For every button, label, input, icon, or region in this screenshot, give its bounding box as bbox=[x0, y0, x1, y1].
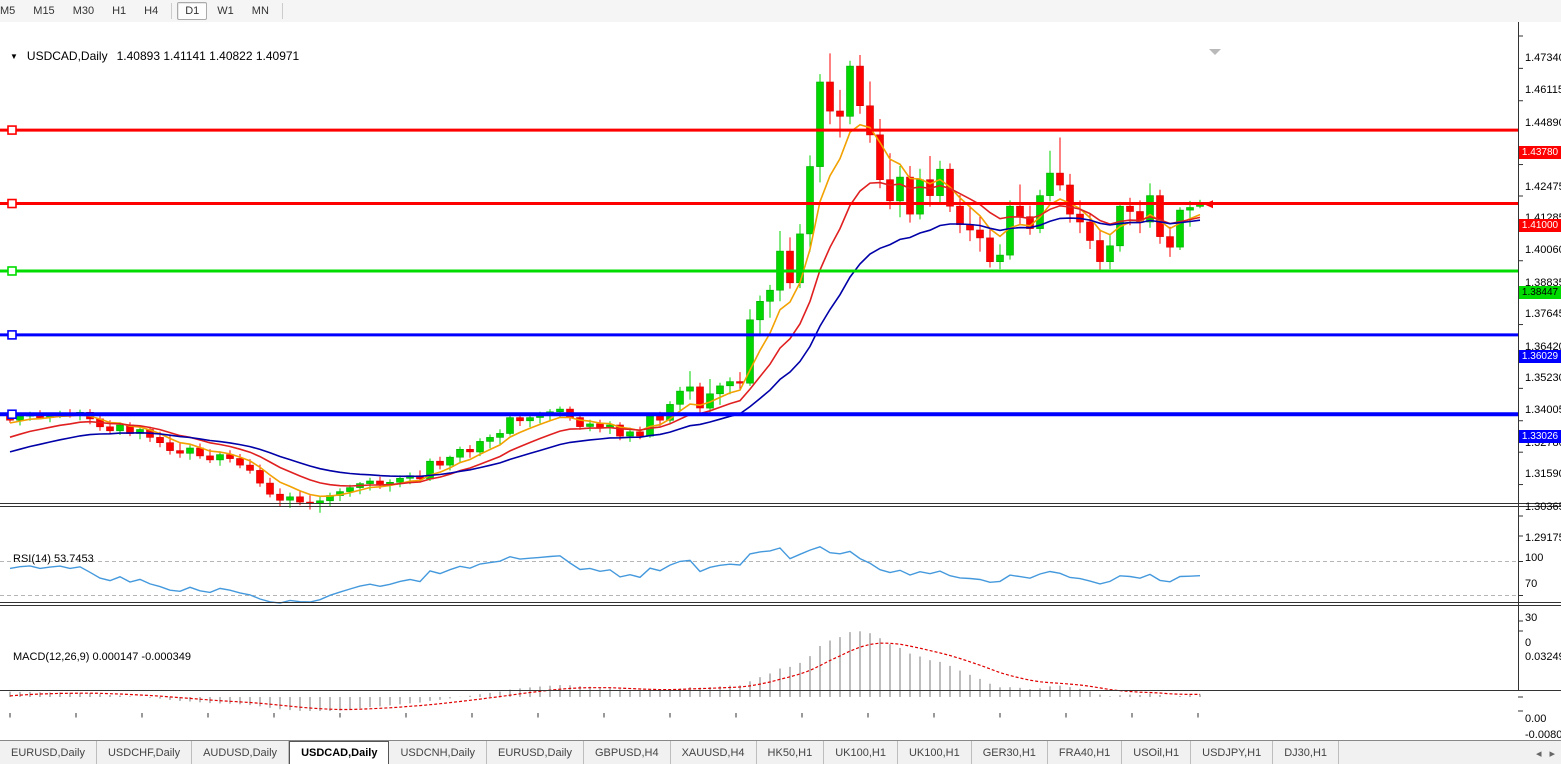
price-level-badge: 1.33026 bbox=[1519, 430, 1561, 443]
chart-tab-usdcnh-daily-4[interactable]: USDCNH,Daily bbox=[389, 741, 487, 764]
timeframe-toolbar: M5M15M30H1H4 D1W1MN bbox=[0, 0, 1561, 23]
chart-tab-fra40-h1-12[interactable]: FRA40,H1 bbox=[1048, 741, 1122, 764]
price-tick-label: 1.31590 bbox=[1525, 468, 1561, 480]
price-level-badge: 1.43780 bbox=[1519, 146, 1561, 159]
rsi-axis-label: 30 bbox=[1525, 612, 1537, 624]
price-tick-label: 1.37645 bbox=[1525, 308, 1561, 320]
chart-tab-usoil-h1-13[interactable]: USOil,H1 bbox=[1122, 741, 1191, 764]
chart-tab-bar: EURUSD,DailyUSDCHF,DailyAUDUSD,DailyUSDC… bbox=[0, 740, 1561, 764]
macd-axis-label: 0.032493 bbox=[1525, 651, 1561, 663]
chart-tab-xauusd-h4-7[interactable]: XAUUSD,H4 bbox=[671, 741, 757, 764]
chart-tab-audusd-daily-2[interactable]: AUDUSD,Daily bbox=[192, 741, 289, 764]
tab-scroll-left-icon[interactable]: ◂ bbox=[1536, 747, 1542, 760]
price-tick-label: 1.42475 bbox=[1525, 181, 1561, 193]
toolbar-separator bbox=[282, 3, 283, 19]
tab-scroll-right-icon[interactable]: ▸ bbox=[1549, 747, 1555, 760]
rsi-axis-label: 70 bbox=[1525, 578, 1537, 590]
macd-label: MACD(12,26,9) 0.000147 -0.000349 bbox=[13, 651, 191, 663]
symbol-label: USDCAD,Daily bbox=[27, 49, 108, 63]
price-tick-label: 1.47340 bbox=[1525, 52, 1561, 64]
rsi-label: RSI(14) 53.7453 bbox=[13, 553, 94, 565]
chart-tab-eurusd-daily-0[interactable]: EURUSD,Daily bbox=[0, 741, 97, 764]
chart-tab-ger30-h1-11[interactable]: GER30,H1 bbox=[972, 741, 1048, 764]
price-level-badge: 1.38447 bbox=[1519, 286, 1561, 299]
timeframe-button-mn[interactable]: MN bbox=[244, 2, 277, 20]
price-level-badge: 1.36029 bbox=[1519, 350, 1561, 363]
timeframe-button-h1[interactable]: H1 bbox=[104, 2, 134, 20]
price-tick-label: 1.44890 bbox=[1525, 117, 1561, 129]
chart-tab-usdchf-daily-1[interactable]: USDCHF,Daily bbox=[97, 741, 192, 764]
chart-shift-marker-icon bbox=[1209, 49, 1221, 55]
chart-tab-usdjpy-h1-14[interactable]: USDJPY,H1 bbox=[1191, 741, 1273, 764]
price-tick-label: 1.46115 bbox=[1525, 84, 1561, 96]
toolbar-separator bbox=[171, 3, 172, 19]
macd-axis-label: 0.00 bbox=[1525, 713, 1546, 725]
chart-tab-eurusd-daily-5[interactable]: EURUSD,Daily bbox=[487, 741, 584, 764]
price-tick-label: 1.40060 bbox=[1525, 244, 1561, 256]
chart-title: ▼ USDCAD,Daily 1.40893 1.41141 1.40822 1… bbox=[10, 49, 299, 63]
chart-tab-usdcad-daily-3[interactable]: USDCAD,Daily bbox=[289, 741, 389, 764]
timeframe-button-m5[interactable]: M5 bbox=[0, 2, 23, 20]
timeframe-button-m30[interactable]: M30 bbox=[65, 2, 102, 20]
timeframe-button-h4[interactable]: H4 bbox=[136, 2, 166, 20]
ohlc-values: 1.40893 1.41141 1.40822 1.40971 bbox=[117, 49, 300, 63]
price-tick-label: 1.34005 bbox=[1525, 404, 1561, 416]
chart-tab-gbpusd-h4-6[interactable]: GBPUSD,H4 bbox=[584, 741, 671, 764]
price-tick-label: 1.35230 bbox=[1525, 372, 1561, 384]
price-tick-label: 1.29175 bbox=[1525, 532, 1561, 544]
chart-tab-uk100-h1-9[interactable]: UK100,H1 bbox=[824, 741, 898, 764]
price-tick-label: 1.30365 bbox=[1525, 501, 1561, 513]
rsi-axis-label: 100 bbox=[1525, 552, 1543, 564]
chart-canvas[interactable] bbox=[0, 22, 1561, 764]
chart-window: ▼ USDCAD,Daily 1.40893 1.41141 1.40822 1… bbox=[0, 22, 1561, 740]
timeframe-button-m15[interactable]: M15 bbox=[25, 2, 62, 20]
timeframe-button-w1[interactable]: W1 bbox=[209, 2, 242, 20]
chart-tab-dj30-h1-15[interactable]: DJ30,H1 bbox=[1273, 741, 1339, 764]
timeframe-button-d1[interactable]: D1 bbox=[177, 2, 207, 20]
rsi-axis-label: 0 bbox=[1525, 637, 1531, 649]
chart-tab-hk50-h1-8[interactable]: HK50,H1 bbox=[757, 741, 825, 764]
price-level-badge: 1.41000 bbox=[1519, 219, 1561, 232]
chevron-down-icon[interactable]: ▼ bbox=[10, 52, 18, 61]
chart-tab-uk100-h1-10[interactable]: UK100,H1 bbox=[898, 741, 972, 764]
